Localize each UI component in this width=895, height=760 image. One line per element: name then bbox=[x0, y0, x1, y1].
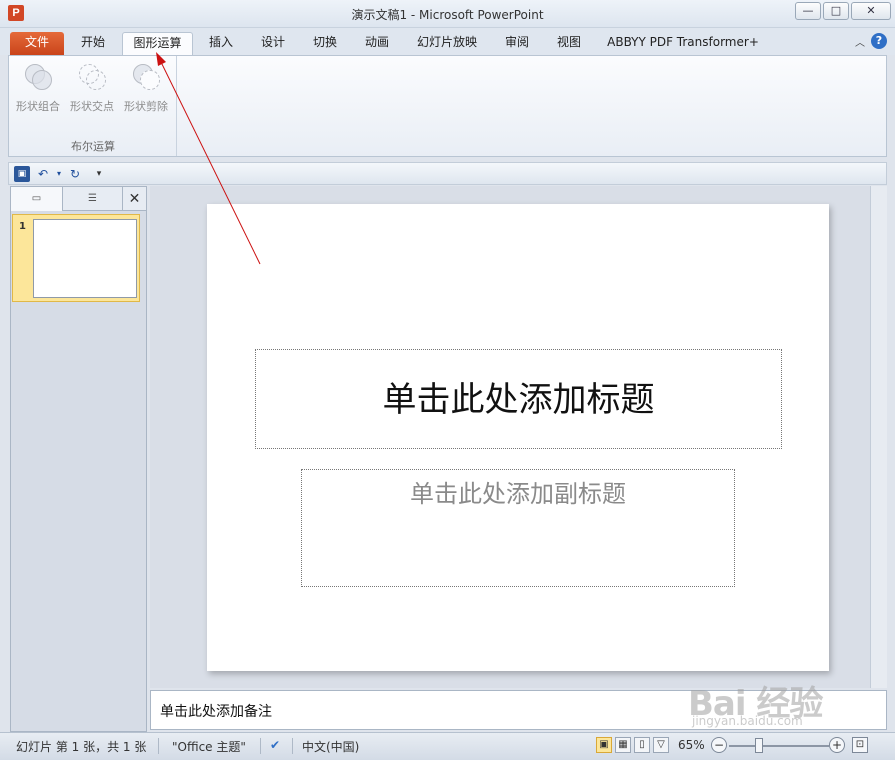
slides-pane-tabs: ▭ ☰ ✕ bbox=[11, 187, 146, 211]
group-label-boolean: 布尔运算 bbox=[71, 140, 115, 153]
shape-intersect-label: 形状交点 bbox=[70, 100, 114, 113]
tab-file[interactable]: 文件 bbox=[10, 32, 64, 55]
fit-to-window-icon[interactable]: ⊡ bbox=[852, 737, 868, 753]
slide-show-icon[interactable]: ▽ bbox=[653, 737, 669, 753]
tab-animations[interactable]: 动画 bbox=[354, 32, 400, 55]
title-placeholder[interactable]: 单击此处添加标题 bbox=[255, 349, 782, 449]
shape-union-icon bbox=[23, 62, 53, 92]
tab-abbyy-pdf-transformer[interactable]: ABBYY PDF Transformer+ bbox=[600, 32, 766, 55]
help-icon[interactable]: ? bbox=[871, 33, 887, 49]
zoom-slider-track[interactable] bbox=[729, 745, 829, 747]
quick-access-toolbar: ▣ ↶ ▾ ↻ ▾ bbox=[8, 162, 887, 185]
reading-view-icon[interactable]: ▯ bbox=[634, 737, 650, 753]
minimize-button[interactable]: — bbox=[795, 2, 821, 20]
slide-thumbnail[interactable] bbox=[33, 219, 137, 298]
zoom-level[interactable]: 65% bbox=[678, 738, 705, 752]
tab-design[interactable]: 设计 bbox=[250, 32, 296, 55]
outline-tab-icon[interactable]: ☰ bbox=[63, 187, 123, 211]
maximize-button[interactable]: □ bbox=[823, 2, 849, 20]
zoom-in-icon[interactable]: + bbox=[829, 737, 845, 753]
spell-check-icon[interactable]: ✔ bbox=[270, 738, 280, 752]
slide-thumbnail-item[interactable]: 1 bbox=[12, 214, 140, 302]
zoom-slider-thumb[interactable] bbox=[755, 738, 763, 753]
window-title: 演示文稿1 - Microsoft PowerPoint bbox=[351, 8, 544, 22]
status-bar: 幻灯片 第 1 张，共 1 张 "Office 主题" ✔ 中文(中国) ▣ ▦… bbox=[0, 732, 895, 760]
theme-status[interactable]: "Office 主题" bbox=[172, 738, 246, 755]
slide-number: 1 bbox=[19, 221, 26, 232]
undo-dropdown-icon[interactable]: ▾ bbox=[51, 166, 67, 182]
slide-canvas[interactable]: 单击此处添加标题 单击此处添加副标题 bbox=[207, 204, 829, 671]
slide-edit-area: 单击此处添加标题 单击此处添加副标题 bbox=[150, 186, 887, 688]
language-status[interactable]: 中文(中国) bbox=[302, 738, 359, 755]
normal-view-icon[interactable]: ▣ bbox=[596, 737, 612, 753]
tab-insert[interactable]: 插入 bbox=[198, 32, 244, 55]
redo-icon[interactable]: ↻ bbox=[67, 166, 83, 182]
tab-review[interactable]: 审阅 bbox=[494, 32, 540, 55]
undo-icon[interactable]: ↶ bbox=[35, 166, 51, 182]
shape-subtract-icon bbox=[131, 62, 161, 92]
ribbon-panel: 形状组合 形状交点 形状剪除 布尔运算 bbox=[8, 55, 887, 157]
slides-pane: ▭ ☰ ✕ 1 bbox=[10, 186, 147, 732]
slide-sorter-icon[interactable]: ▦ bbox=[615, 737, 631, 753]
close-window-button[interactable]: ✕ bbox=[851, 2, 891, 20]
shape-union-label: 形状组合 bbox=[16, 100, 60, 113]
tab-transitions[interactable]: 切换 bbox=[302, 32, 348, 55]
window-controls: — □ ✕ bbox=[795, 2, 891, 20]
tab-shape-operations[interactable]: 图形运算 bbox=[122, 32, 193, 55]
shape-subtract-button[interactable]: 形状剪除 bbox=[119, 60, 173, 114]
ribbon-tabs: 文件 开始 图形运算 插入 设计 切换 动画 幻灯片放映 审阅 视图 ABBYY… bbox=[0, 28, 895, 55]
slides-tab-icon[interactable]: ▭ bbox=[11, 187, 63, 211]
subtitle-placeholder[interactable]: 单击此处添加副标题 bbox=[301, 469, 735, 587]
tab-slide-show[interactable]: 幻灯片放映 bbox=[408, 32, 486, 55]
zoom-out-icon[interactable]: − bbox=[711, 737, 727, 753]
watermark-sub: jingyan.baidu.com bbox=[692, 714, 803, 728]
tab-view[interactable]: 视图 bbox=[546, 32, 592, 55]
title-bar: P 演示文稿1 - Microsoft PowerPoint — □ ✕ bbox=[0, 0, 895, 28]
save-icon[interactable]: ▣ bbox=[14, 166, 30, 182]
slide-count-status: 幻灯片 第 1 张，共 1 张 bbox=[16, 740, 147, 754]
baidu-watermark: Bai 经验 jingyan.baidu.com bbox=[688, 672, 858, 732]
minimize-ribbon-icon[interactable]: ︿ bbox=[855, 34, 865, 49]
notes-placeholder[interactable]: 单击此处添加备注 bbox=[160, 701, 272, 721]
tab-home[interactable]: 开始 bbox=[70, 32, 116, 55]
boolean-operations-group: 形状组合 形状交点 形状剪除 布尔运算 bbox=[9, 56, 177, 156]
vertical-scrollbar[interactable] bbox=[870, 186, 887, 688]
close-pane-button[interactable]: ✕ bbox=[123, 187, 146, 211]
shape-intersect-icon bbox=[77, 62, 107, 92]
shape-intersect-button[interactable]: 形状交点 bbox=[65, 60, 119, 114]
shape-subtract-label: 形状剪除 bbox=[124, 100, 168, 113]
shape-union-button[interactable]: 形状组合 bbox=[11, 60, 65, 114]
customize-toolbar-icon[interactable]: ▾ bbox=[91, 166, 107, 182]
